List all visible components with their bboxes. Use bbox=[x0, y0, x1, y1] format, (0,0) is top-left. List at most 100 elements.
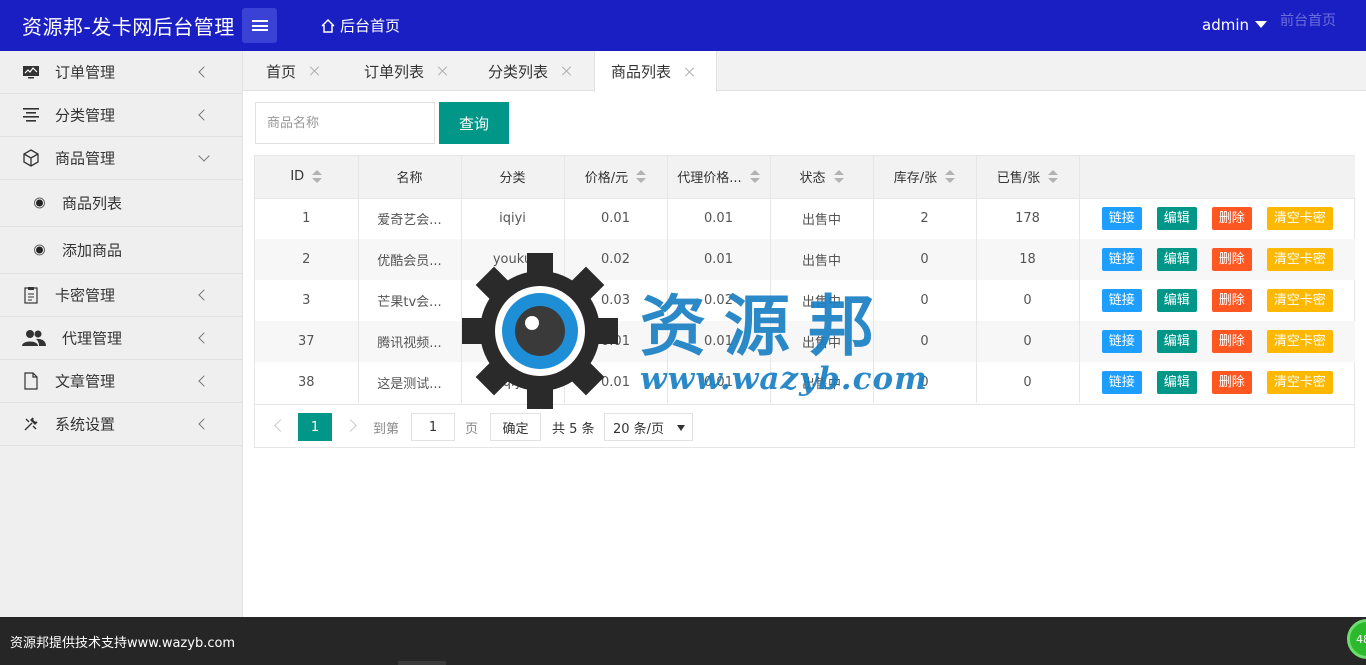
cell-stock: 0 bbox=[873, 321, 977, 362]
delete-button[interactable]: 删除 bbox=[1211, 248, 1252, 271]
radio-dot-icon bbox=[34, 244, 45, 256]
sidebar-item-label: 系统设置 bbox=[55, 415, 116, 434]
clear-cards-button[interactable]: 清空卡密 bbox=[1266, 371, 1333, 394]
cell-status: 出售中 bbox=[770, 280, 874, 321]
link-button[interactable]: 链接 bbox=[1101, 207, 1142, 231]
link-button[interactable]: 链接 bbox=[1101, 371, 1142, 394]
sidebar-item-articles[interactable]: 文章管理 bbox=[0, 360, 242, 403]
delete-button[interactable]: 删除 bbox=[1211, 289, 1252, 312]
sidebar-subitem-product-list[interactable]: 商品列表 bbox=[0, 180, 242, 227]
cell-sold: 0 bbox=[976, 321, 1080, 362]
user-menu[interactable]: admin bbox=[1202, 16, 1267, 34]
close-icon[interactable] bbox=[562, 66, 572, 76]
cell-price: 0.03 bbox=[564, 280, 668, 321]
col-header-price[interactable]: 价格/元 bbox=[564, 156, 668, 199]
cell-category: mgtv bbox=[461, 280, 565, 321]
tab-product-list[interactable]: 商品列表 bbox=[594, 51, 717, 92]
cell-actions: 链接 编辑 删除 清空卡密 bbox=[1079, 239, 1355, 280]
sidebar-item-cards[interactable]: 卡密管理 bbox=[0, 274, 242, 317]
sort-icon[interactable] bbox=[1048, 170, 1059, 184]
menu-toggle-button[interactable] bbox=[242, 8, 277, 43]
edit-button[interactable]: 编辑 bbox=[1156, 371, 1197, 394]
sidebar-subitem-add-product[interactable]: 添加商品 bbox=[0, 227, 242, 274]
col-header-sold[interactable]: 已售/张 bbox=[976, 156, 1080, 199]
sort-icon[interactable] bbox=[945, 170, 956, 184]
col-header-status[interactable]: 状态 bbox=[770, 156, 874, 199]
page-unit-label: 页 bbox=[465, 422, 479, 437]
sidebar-item-label: 文章管理 bbox=[55, 372, 116, 391]
sidebar-item-settings[interactable]: 系统设置 bbox=[0, 403, 242, 446]
home-icon bbox=[321, 18, 335, 33]
col-header-actions bbox=[1079, 156, 1355, 199]
edit-button[interactable]: 编辑 bbox=[1156, 330, 1197, 353]
tab-home[interactable]: 首页 bbox=[243, 51, 338, 91]
clear-cards-button[interactable]: 清空卡密 bbox=[1266, 330, 1333, 353]
cell-price: 0.02 bbox=[564, 239, 668, 280]
col-header-id[interactable]: ID bbox=[255, 156, 359, 199]
col-header-stock[interactable]: 库存/张 bbox=[873, 156, 977, 199]
chevron-left-icon bbox=[198, 332, 210, 344]
clear-cards-button[interactable]: 清空卡密 bbox=[1266, 207, 1333, 231]
edit-button[interactable]: 编辑 bbox=[1156, 207, 1197, 231]
sort-icon[interactable] bbox=[749, 170, 760, 184]
clear-cards-button[interactable]: 清空卡密 bbox=[1266, 289, 1333, 312]
sidebar-item-orders[interactable]: 订单管理 bbox=[0, 51, 242, 94]
link-button[interactable]: 链接 bbox=[1101, 330, 1142, 353]
cell-name: 优酷会员... bbox=[358, 239, 462, 280]
cell-agent-price: 0.01 bbox=[667, 321, 771, 362]
link-button[interactable]: 链接 bbox=[1101, 289, 1142, 312]
cell-id: 2 bbox=[255, 239, 359, 280]
sidebar-item-label: 分类管理 bbox=[55, 106, 116, 125]
front-home-link[interactable]: 前台首页 bbox=[1280, 10, 1336, 30]
tab-category-list[interactable]: 分类列表 bbox=[463, 51, 593, 91]
chevron-right-icon[interactable] bbox=[344, 419, 357, 432]
cell-category: iqiyi bbox=[461, 198, 565, 239]
sidebar-item-label: 商品管理 bbox=[55, 149, 116, 168]
cell-name: 芒果tv会... bbox=[358, 280, 462, 321]
cell-agent-price: 0.01 bbox=[667, 198, 771, 239]
chevron-left-icon bbox=[198, 66, 210, 78]
sort-icon[interactable] bbox=[636, 170, 647, 184]
admin-home-link[interactable]: 后台首页 bbox=[320, 15, 400, 36]
page-button-current[interactable]: 1 bbox=[298, 413, 332, 441]
tab-label: 分类列表 bbox=[488, 62, 549, 81]
search-button[interactable]: 查询 bbox=[439, 102, 509, 144]
sidebar-item-label: 订单管理 bbox=[55, 63, 116, 82]
cell-sold: 178 bbox=[976, 198, 1080, 239]
goto-page-input[interactable] bbox=[411, 413, 455, 441]
table-row: 38 这是测试... iqiyi 0.01 0.01 出售中 0 0 链接 编辑 删除 清空卡密 bbox=[255, 362, 1355, 403]
sidebar-subitem-label: 添加商品 bbox=[62, 241, 123, 260]
cell-sold: 18 bbox=[976, 239, 1080, 280]
cell-category: iqiyi bbox=[461, 362, 565, 403]
close-icon[interactable] bbox=[438, 66, 448, 76]
tab-order-list[interactable]: 订单列表 bbox=[338, 51, 457, 91]
sidebar-item-products[interactable]: 商品管理 bbox=[0, 137, 242, 180]
delete-button[interactable]: 删除 bbox=[1211, 330, 1252, 353]
sort-icon[interactable] bbox=[833, 170, 844, 184]
clear-cards-button[interactable]: 清空卡密 bbox=[1266, 248, 1333, 271]
close-icon[interactable] bbox=[310, 66, 320, 76]
chevron-left-icon[interactable] bbox=[274, 419, 287, 432]
sidebar-item-agents[interactable]: 代理管理 bbox=[0, 317, 242, 360]
tools-icon bbox=[22, 415, 40, 433]
close-icon[interactable] bbox=[685, 67, 695, 77]
scrollbar-thumb[interactable] bbox=[398, 661, 446, 665]
col-header-agent-price[interactable]: 代理价格... bbox=[667, 156, 771, 199]
product-name-search-input[interactable] bbox=[255, 102, 435, 144]
cell-price: 0.01 bbox=[564, 321, 668, 362]
cell-status: 出售中 bbox=[770, 198, 874, 239]
edit-button[interactable]: 编辑 bbox=[1156, 248, 1197, 271]
sidebar-item-categories[interactable]: 分类管理 bbox=[0, 94, 242, 137]
delete-button[interactable]: 删除 bbox=[1211, 371, 1252, 394]
link-button[interactable]: 链接 bbox=[1101, 248, 1142, 271]
page-size-value: 20 条/页 bbox=[613, 421, 665, 437]
cell-id: 37 bbox=[255, 321, 359, 362]
cell-id: 38 bbox=[255, 362, 359, 403]
delete-button[interactable]: 删除 bbox=[1211, 207, 1252, 231]
tab-label: 商品列表 bbox=[611, 63, 672, 81]
edit-button[interactable]: 编辑 bbox=[1156, 289, 1197, 312]
goto-confirm-button[interactable]: 确定 bbox=[490, 413, 541, 441]
table-row: 2 优酷会员... youku 0.02 0.01 出售中 0 18 链接 编辑 删除 清空卡密 bbox=[255, 239, 1355, 280]
sort-icon[interactable] bbox=[312, 170, 323, 184]
page-size-select[interactable]: 20 条/页 bbox=[604, 413, 693, 441]
